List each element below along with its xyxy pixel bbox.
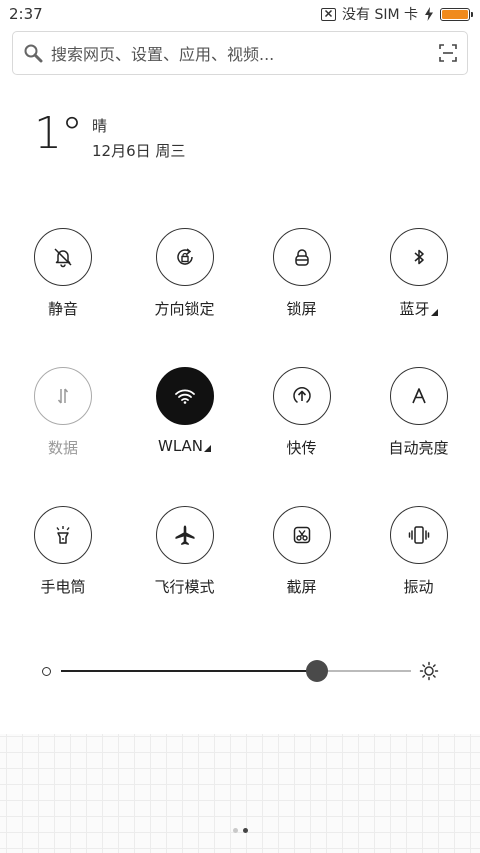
- more-options-icon: [204, 445, 211, 452]
- weather-condition: 晴: [92, 117, 108, 135]
- toggle-quick-transfer[interactable]: 快传: [243, 367, 360, 506]
- upload-circle-icon: [292, 387, 311, 403]
- toggle-flashlight-label: 手电筒: [40, 578, 86, 596]
- status-time: 2:37: [9, 5, 43, 23]
- toggle-vibrate-circle[interactable]: [389, 506, 448, 564]
- toggle-lock-screen-circle[interactable]: [272, 228, 331, 286]
- toggle-auto-brightness-label: 自动亮度: [388, 439, 449, 457]
- toggle-airplane-mode-circle[interactable]: [155, 506, 214, 564]
- screenshot-icon: [293, 526, 310, 544]
- page-dot: [242, 828, 248, 833]
- toggle-bluetooth-label: 蓝牙: [399, 298, 438, 319]
- toggle-screenshot-circle[interactable]: [272, 506, 331, 564]
- toggle-wlan-circle[interactable]: [155, 367, 214, 425]
- search-bar[interactable]: 搜索网页、设置、应用、视频...: [12, 31, 468, 75]
- vibrate-icon: [408, 526, 429, 544]
- toggle-row-2: 数据 WLAN 快传 自动亮度: [0, 367, 480, 506]
- status-indicators: 没有 SIM 卡: [321, 4, 473, 24]
- toggle-screenshot[interactable]: 截屏: [243, 506, 360, 645]
- auto-brightness-icon: [411, 388, 426, 404]
- toggle-auto-brightness[interactable]: 自动亮度: [360, 367, 477, 506]
- home-background-grid: [0, 734, 480, 853]
- brightness-slider[interactable]: [40, 656, 440, 686]
- toggle-wlan-label: WLAN: [158, 437, 211, 455]
- toggle-mobile-data[interactable]: 数据: [0, 367, 126, 506]
- carrier-text: 没有 SIM 卡: [342, 7, 418, 23]
- brightness-fill: [61, 670, 317, 672]
- toggle-auto-brightness-circle[interactable]: [389, 367, 448, 425]
- bluetooth-icon: [414, 249, 424, 265]
- brightness-track[interactable]: [61, 660, 411, 682]
- toggle-rotation-lock[interactable]: 方向锁定: [126, 228, 243, 367]
- flashlight-icon: [56, 526, 70, 544]
- toggle-flashlight[interactable]: 手电筒: [0, 506, 126, 645]
- toggle-row-3: 手电筒 飞行模式 截屏 振动: [0, 506, 480, 645]
- toggle-quick-transfer-circle[interactable]: [272, 367, 331, 425]
- toggle-lock-screen[interactable]: 锁屏: [243, 228, 360, 367]
- page-dot: [232, 828, 238, 833]
- page-indicator: [0, 828, 480, 833]
- weather-date: 12月6日 周三: [92, 142, 186, 160]
- toggle-flashlight-circle[interactable]: [34, 506, 92, 564]
- toggle-rotation-lock-circle[interactable]: [155, 228, 214, 286]
- toggle-mobile-data-label: 数据: [47, 439, 78, 457]
- toggle-lock-screen-label: 锁屏: [286, 300, 317, 318]
- bell-slash-icon: [54, 248, 72, 268]
- toggle-quick-transfer-label: 快传: [286, 439, 317, 457]
- toggle-row-1: 静音 方向锁定 锁屏 蓝牙: [0, 228, 480, 367]
- more-options-icon: [430, 309, 438, 316]
- toggle-mute-circle[interactable]: [34, 228, 92, 286]
- toggle-mute[interactable]: 静音: [0, 228, 126, 367]
- toggle-rotation-lock-label: 方向锁定: [154, 300, 215, 318]
- search-icon: [24, 44, 43, 63]
- notification-shade: 2:37 没有 SIM 卡 搜索网页、设置、应用、视频... 1° 晴 12月6…: [0, 0, 480, 853]
- toggle-airplane-mode[interactable]: 飞行模式: [126, 506, 243, 645]
- wifi-icon: [174, 389, 195, 404]
- brightness-high-icon: [419, 661, 439, 681]
- airplane-icon: [175, 525, 194, 545]
- temperature: 1°: [34, 108, 83, 159]
- toggle-bluetooth[interactable]: 蓝牙: [360, 228, 477, 367]
- weather-info: 晴 12月6日 周三: [92, 116, 185, 162]
- toggle-screenshot-label: 截屏: [286, 578, 317, 596]
- brightness-thumb[interactable]: [305, 660, 328, 682]
- quick-toggles: 静音 方向锁定 锁屏 蓝牙 数据 WLAN 快传 自动亮度 手电筒 飞行模式 截…: [0, 228, 480, 645]
- status-bar: 2:37 没有 SIM 卡: [0, 0, 480, 28]
- lock-icon: [294, 249, 309, 266]
- scan-icon[interactable]: [439, 44, 457, 62]
- toggle-vibrate[interactable]: 振动: [360, 506, 477, 645]
- search-input[interactable]: 搜索网页、设置、应用、视频...: [51, 41, 439, 65]
- toggle-airplane-mode-label: 飞行模式: [154, 578, 215, 596]
- toggle-bluetooth-circle[interactable]: [389, 228, 448, 286]
- brightness-low-icon: [42, 667, 51, 676]
- battery-icon: [440, 7, 473, 21]
- data-arrows-icon: [57, 388, 69, 404]
- charging-bolt-icon: [425, 7, 433, 21]
- toggle-wlan[interactable]: WLAN: [126, 367, 243, 506]
- toggle-mute-label: 静音: [47, 300, 78, 318]
- weather-widget[interactable]: 1° 晴 12月6日 周三: [34, 108, 185, 162]
- rotation-lock-icon: [176, 248, 193, 265]
- toggle-vibrate-label: 振动: [403, 578, 434, 596]
- toggle-mobile-data-circle[interactable]: [34, 367, 92, 425]
- no-sim-icon: [321, 7, 336, 21]
